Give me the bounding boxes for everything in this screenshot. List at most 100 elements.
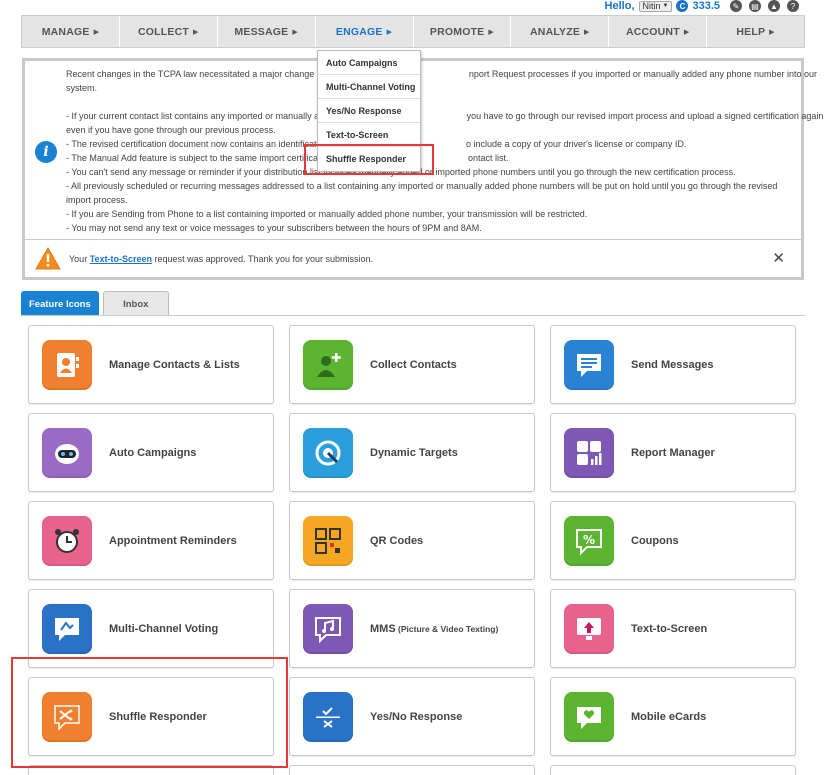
feature-card-partial[interactable] bbox=[550, 765, 796, 775]
feature-card-yes-no-response[interactable]: Yes/No Response bbox=[289, 677, 535, 756]
user-select[interactable]: Nitin ▼ bbox=[638, 0, 673, 12]
mms-icon bbox=[303, 603, 353, 654]
greeting: Hello, bbox=[604, 0, 635, 12]
nav-item-label: COLLECT bbox=[138, 25, 189, 38]
dropdown-item-multi-channel-voting[interactable]: Multi-Channel Voting bbox=[318, 75, 420, 99]
feature-label-text: Send Messages bbox=[631, 358, 714, 371]
notice-line: even if you have gone through our previo… bbox=[66, 125, 276, 135]
feature-card-coupons[interactable]: % Coupons bbox=[550, 501, 796, 580]
tab-bar: Feature Icons Inbox bbox=[21, 291, 169, 316]
contacts-icon bbox=[42, 339, 92, 390]
chat-icon[interactable]: ✎ bbox=[730, 0, 742, 12]
caret-right-icon: ▶ bbox=[93, 28, 100, 36]
text-to-screen-link[interactable]: Text-to-Screen bbox=[90, 254, 152, 264]
notice-line: - If your current contact list contains … bbox=[66, 111, 824, 121]
tab-underline bbox=[21, 315, 805, 316]
feature-label: Yes/No Response bbox=[370, 711, 462, 723]
feature-card-auto-campaigns[interactable]: Auto Campaigns bbox=[28, 413, 274, 492]
notice-line: - You may not send any text or voice mes… bbox=[66, 223, 482, 233]
nav-item-promote[interactable]: PROMOTE ▶ bbox=[414, 16, 512, 47]
feature-card-dynamic-targets[interactable]: Dynamic Targets bbox=[289, 413, 535, 492]
close-icon[interactable]: ✕ bbox=[772, 249, 785, 267]
message-icon bbox=[564, 339, 614, 390]
tab-feature-icons[interactable]: Feature Icons bbox=[21, 291, 99, 316]
feature-card-qr-codes[interactable]: QR Codes bbox=[289, 501, 535, 580]
notice-line: system. bbox=[66, 83, 98, 93]
feature-label-text: Mobile eCards bbox=[631, 710, 707, 723]
feature-label-text: Coupons bbox=[631, 534, 679, 547]
nav-item-analyze[interactable]: ANALYZE ▶ bbox=[511, 16, 610, 47]
graduation-cap-icon[interactable]: ▲ bbox=[768, 0, 780, 12]
tab-inbox[interactable]: Inbox bbox=[102, 291, 169, 316]
feature-label-text: Report Manager bbox=[631, 446, 715, 459]
yes-no-icon bbox=[303, 691, 353, 742]
nav-item-label: ENGAGE bbox=[335, 25, 383, 38]
notice-line: import process. bbox=[66, 195, 128, 205]
feature-label: Report Manager bbox=[631, 447, 715, 459]
credits-icon: C bbox=[676, 0, 689, 12]
svg-text:%: % bbox=[583, 533, 595, 547]
feature-label-text: Text-to-Screen bbox=[631, 622, 708, 635]
notice-line: - If you are Sending from Phone to a lis… bbox=[66, 209, 588, 219]
feature-label: Send Messages bbox=[631, 359, 714, 371]
nav-item-message[interactable]: MESSAGE ▶ bbox=[218, 16, 316, 47]
approval-text: Your Text-to-Screen request was approved… bbox=[69, 254, 373, 264]
feature-label-text: Dynamic Targets bbox=[370, 446, 458, 459]
user-name: Nitin bbox=[642, 0, 661, 11]
feature-card-text-to-screen[interactable]: Text-to-Screen bbox=[550, 589, 796, 668]
screen-icon bbox=[564, 603, 614, 654]
feature-label: Text-to-Screen bbox=[631, 623, 707, 635]
feature-label: Manage Contacts & Lists bbox=[109, 359, 240, 371]
nav-item-label: HELP bbox=[736, 25, 766, 38]
printer-icon[interactable]: ▤ bbox=[749, 0, 761, 12]
feature-card-send-messages[interactable]: Send Messages bbox=[550, 325, 796, 404]
chevron-down-icon: ▼ bbox=[662, 2, 669, 9]
caret-right-icon: ▶ bbox=[488, 28, 494, 36]
feature-label-suffix: (Picture & Video Texting) bbox=[395, 623, 499, 634]
notice-line: - All previously scheduled or recurring … bbox=[66, 181, 778, 191]
help-icon[interactable]: ? bbox=[787, 0, 799, 12]
dropdown-item-auto-campaigns[interactable]: Auto Campaigns bbox=[318, 51, 420, 75]
nav-item-label: ANALYZE bbox=[530, 25, 581, 38]
caret-right-icon: ▶ bbox=[292, 28, 298, 36]
feature-label: Collect Contacts bbox=[370, 359, 457, 371]
feature-label-text: Auto Campaigns bbox=[109, 446, 197, 459]
nav-item-label: MESSAGE bbox=[234, 25, 289, 38]
voting-icon bbox=[42, 603, 92, 654]
caret-right-icon: ▶ bbox=[193, 28, 199, 36]
feature-card-appointment-reminders[interactable]: Appointment Reminders bbox=[28, 501, 274, 580]
feature-label: Auto Campaigns bbox=[109, 447, 196, 459]
add-person-icon bbox=[303, 339, 353, 390]
notice-line: Recent changes in the TCPA law necessita… bbox=[66, 69, 818, 79]
nav-item-help[interactable]: HELP ▶ bbox=[707, 16, 804, 47]
approval-message: Your Text-to-Screen request was approved… bbox=[25, 240, 801, 277]
feature-label: MMS (Picture & Video Texting) bbox=[370, 623, 498, 635]
feature-card-mms[interactable]: MMS (Picture & Video Texting) bbox=[289, 589, 535, 668]
nav-item-manage[interactable]: MANAGE ▶ bbox=[22, 16, 120, 47]
credits-balance: 333.5 bbox=[692, 0, 720, 12]
dropdown-item-yes-no-response[interactable]: Yes/No Response bbox=[318, 99, 420, 123]
feature-card-manage-contacts-lists[interactable]: Manage Contacts & Lists bbox=[28, 325, 274, 404]
feature-label-text: Multi-Channel Voting bbox=[109, 622, 219, 635]
feature-card-partial[interactable] bbox=[289, 765, 535, 775]
alarm-clock-icon bbox=[42, 515, 92, 566]
ecard-icon bbox=[564, 691, 614, 742]
nav-item-collect[interactable]: COLLECT ▶ bbox=[120, 16, 218, 47]
feature-card-report-manager[interactable]: Report Manager bbox=[550, 413, 796, 492]
warning-icon bbox=[35, 247, 61, 270]
feature-label-text: Collect Contacts bbox=[370, 358, 457, 371]
feature-label: QR Codes bbox=[370, 535, 423, 547]
top-utility-bar: Hello, Nitin ▼ C 333.5 ✎ ▤ ▲ ? bbox=[605, 0, 799, 12]
feature-card-collect-contacts[interactable]: Collect Contacts bbox=[289, 325, 535, 404]
nav-item-account[interactable]: ACCOUNT ▶ bbox=[609, 16, 708, 47]
feature-label: Multi-Channel Voting bbox=[109, 623, 218, 635]
caret-right-icon: ▶ bbox=[683, 28, 690, 36]
feature-label: Appointment Reminders bbox=[109, 535, 237, 547]
nav-item-engage[interactable]: ENGAGE ▶ bbox=[316, 16, 414, 47]
feature-label-text: MMS bbox=[370, 622, 396, 635]
feature-label-text: QR Codes bbox=[370, 534, 424, 547]
feature-card-mobile-ecards[interactable]: Mobile eCards bbox=[550, 677, 796, 756]
feature-label-text: Yes/No Response bbox=[370, 710, 463, 723]
approval-suffix: request was approved. Thank you for your… bbox=[152, 253, 373, 264]
approval-prefix: Your bbox=[69, 253, 90, 264]
